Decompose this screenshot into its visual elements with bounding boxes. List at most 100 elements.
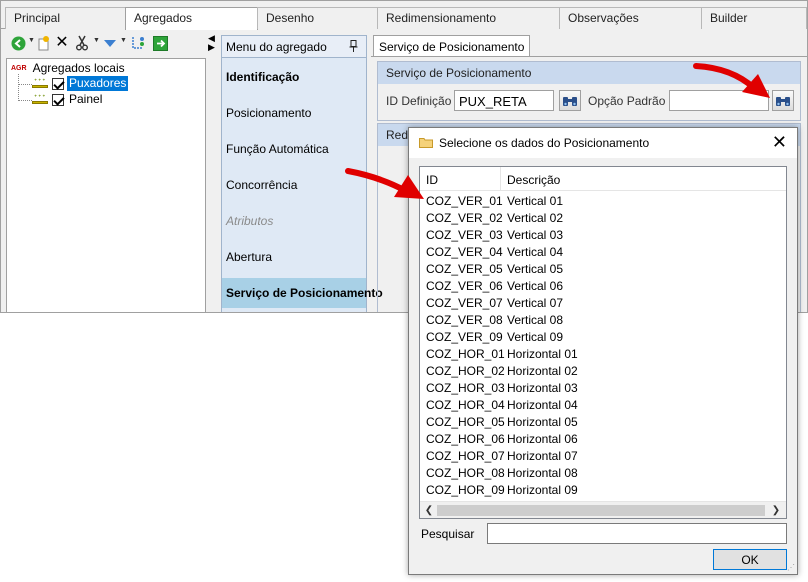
aggregates-tree: AGR Agregados locais ᐩᐩᐩ Puxadores ᐩᐩᐩ P… <box>6 58 206 312</box>
resize-grip-icon[interactable]: ⋰ <box>787 563 795 572</box>
list-row[interactable]: COZ_VER_09 Vertical 09 <box>420 328 786 345</box>
checkbox-painel[interactable] <box>52 93 64 106</box>
list-row[interactable]: COZ_VER_05 Vertical 05 <box>420 260 786 277</box>
menu-item-funcao-automatica[interactable]: Função Automática <box>222 134 366 164</box>
row-descricao: Horizontal 07 <box>507 449 578 463</box>
horizontal-scrollbar[interactable]: ❮ ❯ <box>420 501 786 518</box>
row-descricao: Horizontal 05 <box>507 415 578 429</box>
binoculars-icon <box>776 96 790 106</box>
row-id: COZ_HOR_04 <box>426 398 505 412</box>
dialog-title-bar: Selecione os dados do Posicionamento ✕ <box>409 128 797 158</box>
tree-line <box>18 100 32 101</box>
tree-item-label: Painel <box>69 92 103 106</box>
list-row[interactable]: COZ_VER_06 Vertical 06 <box>420 277 786 294</box>
tab-builder[interactable]: Builder <box>701 7 807 29</box>
row-id: COZ_VER_06 <box>426 279 503 293</box>
dropdown-arrow-icon[interactable]: ▼ <box>28 37 35 44</box>
list-row[interactable]: COZ_VER_08 Vertical 08 <box>420 311 786 328</box>
row-descricao: Horizontal 01 <box>507 347 578 361</box>
menu-item-identificacao[interactable]: Identificação <box>222 62 366 92</box>
cut-icon[interactable] <box>74 35 90 51</box>
row-descricao: Horizontal 03 <box>507 381 578 395</box>
list-row[interactable]: COZ_HOR_02 Horizontal 02 <box>420 362 786 379</box>
row-descricao: Horizontal 04 <box>507 398 578 412</box>
aggregates-pane: ▼ ✕ ▼ ▼ AGR Agregados locais ᐩᐩᐩ Puxador… <box>6 31 206 312</box>
row-descricao: Horizontal 06 <box>507 432 578 446</box>
column-header-id[interactable]: ID <box>420 167 501 191</box>
row-id: COZ_VER_03 <box>426 228 503 242</box>
menu-item-posicionamento[interactable]: Posicionamento <box>222 98 366 128</box>
row-descricao: Horizontal 09 <box>507 483 578 497</box>
ok-button[interactable]: OK <box>713 549 787 570</box>
scrollbar-thumb[interactable] <box>437 505 765 516</box>
pin-icon[interactable] <box>349 40 358 55</box>
row-descricao: Vertical 04 <box>507 245 564 259</box>
list-row[interactable]: COZ_HOR_04 Horizontal 04 <box>420 396 786 413</box>
close-icon[interactable]: ✕ <box>772 132 787 152</box>
delete-icon[interactable]: ✕ <box>54 35 70 51</box>
id-definicao-field[interactable]: PUX_RETA <box>454 90 554 111</box>
tab-desenho[interactable]: Desenho <box>257 7 378 29</box>
scroll-right-icon[interactable]: ❯ <box>769 504 783 517</box>
list-row[interactable]: COZ_VER_07 Vertical 07 <box>420 294 786 311</box>
menu-header-title: Menu do agregado <box>226 40 327 54</box>
tree-item-painel[interactable]: ᐩᐩᐩ Painel <box>31 92 104 107</box>
new-item-icon[interactable] <box>36 35 52 51</box>
tree-root-label: Agregados locais <box>32 61 125 75</box>
binoculars-search-button[interactable] <box>772 90 794 111</box>
list-row[interactable]: COZ_HOR_08 Horizontal 08 <box>420 464 786 481</box>
tab-redimensionamento[interactable]: Redimensionamento <box>377 7 560 29</box>
row-id: COZ_HOR_09 <box>426 483 505 497</box>
hierarchy-icon[interactable] <box>130 35 146 51</box>
list-row[interactable]: COZ_HOR_03 Horizontal 03 <box>420 379 786 396</box>
row-id: COZ_VER_04 <box>426 245 503 259</box>
binoculars-icon <box>563 96 577 106</box>
binoculars-search-button[interactable] <box>559 90 581 111</box>
dropdown-arrow-icon[interactable]: ▼ <box>93 37 100 44</box>
checkbox-puxadores[interactable] <box>52 77 64 90</box>
row-id: COZ_VER_08 <box>426 313 503 327</box>
list-row[interactable]: COZ_HOR_01 Horizontal 01 <box>420 345 786 362</box>
tab-agregados[interactable]: Agregados <box>125 7 258 30</box>
menu-item-servico-posicionamento[interactable]: Serviço de Posicionamento <box>222 278 383 308</box>
list-row[interactable]: COZ_HOR_06 Horizontal 06 <box>420 430 786 447</box>
export-icon[interactable] <box>152 35 168 51</box>
tab-principal[interactable]: Principal <box>5 7 126 29</box>
annotation-arrow-icon <box>345 168 424 199</box>
row-descricao: Vertical 09 <box>507 330 564 344</box>
list-row[interactable]: COZ_VER_03 Vertical 03 <box>420 226 786 243</box>
list-rows: COZ_VER_01 Vertical 01 COZ_VER_02 Vertical … <box>420 192 786 498</box>
search-label: Pesquisar <box>421 527 475 541</box>
tree-item-puxadores[interactable]: ᐩᐩᐩ Puxadores <box>31 76 129 91</box>
opcao-padrao-label: Opção Padrão <box>588 94 666 108</box>
select-positioning-dialog: Selecione os dados do Posicionamento ✕ I… <box>408 127 798 575</box>
tree-toolbar: ▼ ✕ ▼ ▼ <box>6 31 206 55</box>
menu-item-abertura[interactable]: Abertura <box>222 242 366 272</box>
list-row[interactable]: COZ_VER_01 Vertical 01 <box>420 192 786 209</box>
row-id: COZ_VER_01 <box>426 194 503 208</box>
row-id: COZ_VER_07 <box>426 296 503 310</box>
list-row[interactable]: COZ_HOR_05 Horizontal 05 <box>420 413 786 430</box>
column-header-descricao[interactable]: Descrição <box>501 167 701 191</box>
list-row[interactable]: COZ_VER_04 Vertical 04 <box>420 243 786 260</box>
tab-observacoes[interactable]: Observações <box>559 7 702 29</box>
tab-servico-posicionamento[interactable]: Serviço de Posicionamento <box>373 35 531 57</box>
row-descricao: Vertical 01 <box>507 194 564 208</box>
add-green-icon[interactable] <box>10 35 26 51</box>
list-row[interactable]: COZ_HOR_07 Horizontal 07 <box>420 447 786 464</box>
menu-item-atributos: Atributos <box>226 214 274 228</box>
list-row[interactable]: COZ_HOR_09 Horizontal 09 <box>420 481 786 498</box>
dropdown-arrow-icon[interactable]: ▼ <box>120 37 127 44</box>
scroll-left-icon[interactable]: ❮ <box>422 504 436 517</box>
row-id: COZ_HOR_07 <box>426 449 505 463</box>
collapse-pane-icon[interactable]: ◀ ▶ <box>208 34 218 54</box>
tree-root-node[interactable]: AGR Agregados locais <box>11 61 127 76</box>
search-input[interactable] <box>487 523 787 544</box>
row-id: COZ_VER_05 <box>426 262 503 276</box>
tree-line <box>18 74 19 101</box>
row-descricao: Horizontal 02 <box>507 364 578 378</box>
row-id: COZ_HOR_01 <box>426 347 505 361</box>
row-descricao: Vertical 06 <box>507 279 564 293</box>
move-down-icon[interactable] <box>102 35 118 51</box>
list-row[interactable]: COZ_VER_02 Vertical 02 <box>420 209 786 226</box>
